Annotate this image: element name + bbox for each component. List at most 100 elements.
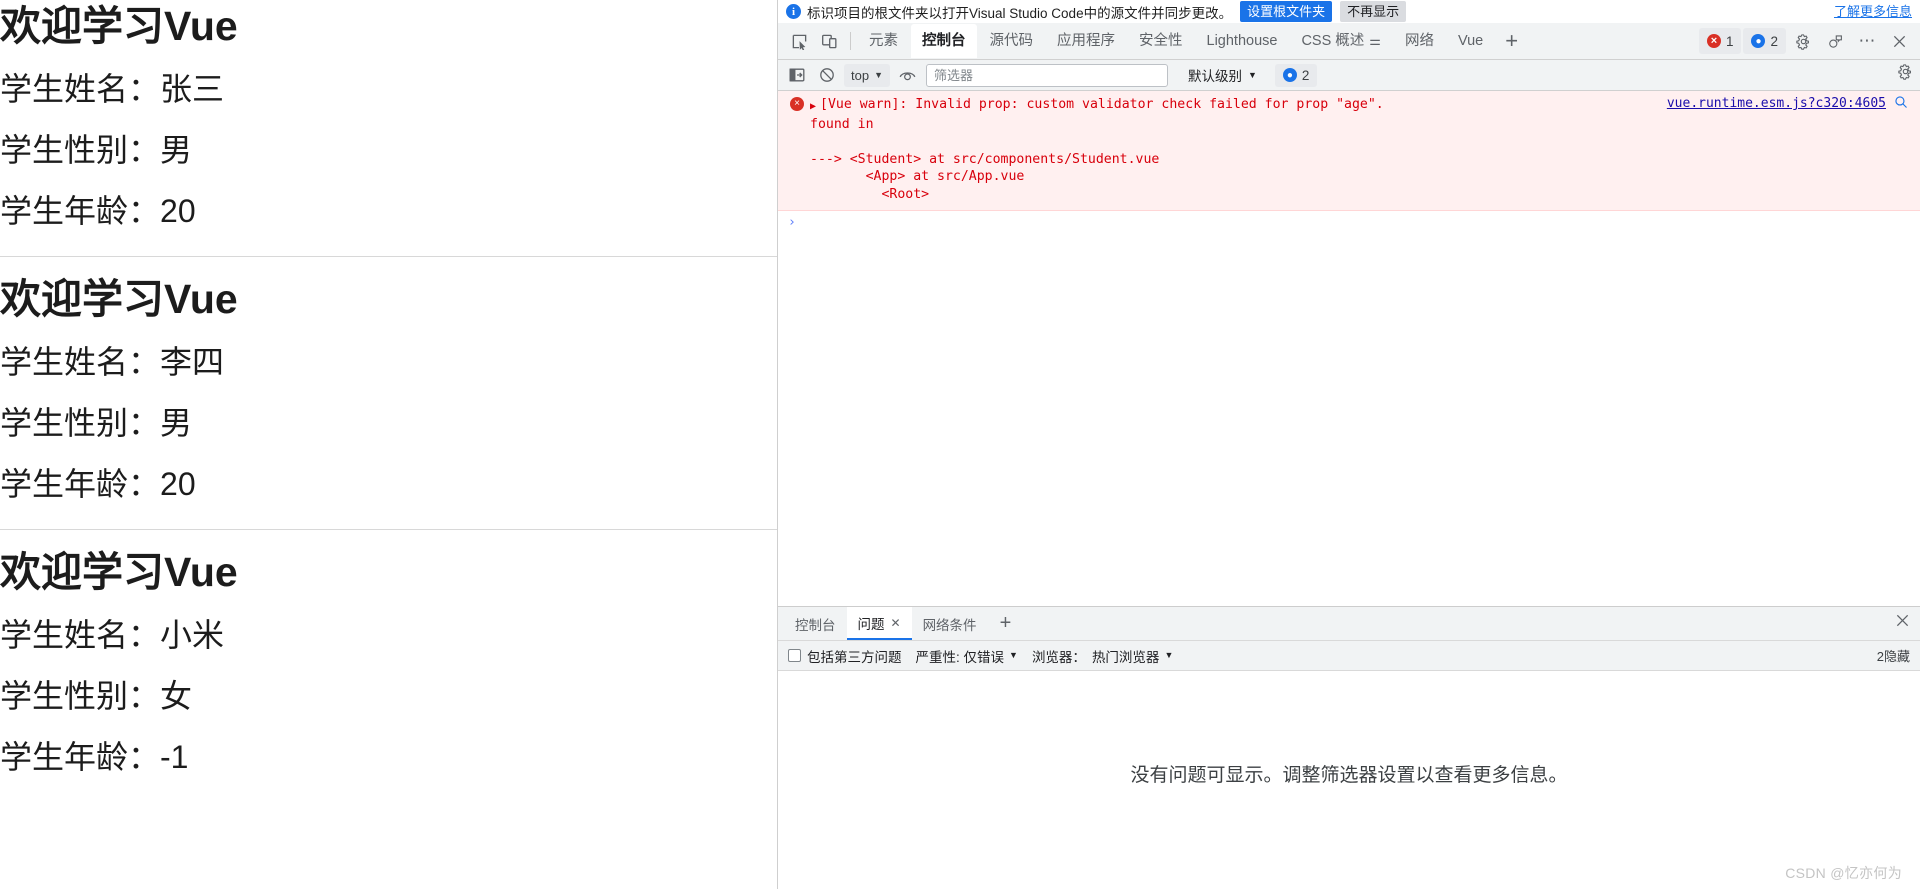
student-card: 欢迎学习Vue 学生姓名：张三 学生性别：男 学生年龄：20 <box>0 0 777 257</box>
tab-security[interactable]: 安全性 <box>1128 24 1194 58</box>
error-circle-icon: × <box>790 97 804 111</box>
error-count-badge[interactable]: × 1 <box>1698 28 1742 54</box>
error-circle-icon: × <box>1706 34 1721 48</box>
third-party-issues-checkbox[interactable]: 包括第三方问题 <box>788 646 902 666</box>
live-expression-icon[interactable] <box>894 63 920 87</box>
drawer-tab-label: 控制台 <box>795 617 836 633</box>
student-name-value: 小米 <box>160 617 225 653</box>
tab-console[interactable]: 控制台 <box>911 24 977 58</box>
severity-filter-select[interactable]: 严重性: 仅错误 ▼ <box>916 646 1018 666</box>
welcome-title: 欢迎学习Vue <box>0 276 238 322</box>
gear-icon[interactable] <box>1788 27 1818 55</box>
devices-cloud-icon[interactable] <box>1820 27 1850 55</box>
student-gender-label: 学生性别： <box>0 405 161 441</box>
search-in-source-icon[interactable] <box>1894 95 1908 109</box>
console-error-message: [Vue warn]: Invalid prop: custom validat… <box>820 97 1384 112</box>
issues-empty-message: 没有问题可显示。调整筛选器设置以查看更多信息。 <box>1130 764 1568 786</box>
console-toolbar: top ▼ 默认级别 ▼ ● 2 <box>778 60 1920 91</box>
tab-network[interactable]: 网络 <box>1394 24 1445 58</box>
divider <box>850 32 851 50</box>
devtools-panel: i 标识项目的根文件夹以打开Visual Studio Code中的源文件并同步… <box>778 0 1920 889</box>
browser-filter-label: 浏览器： <box>1031 649 1086 665</box>
console-prompt[interactable]: › <box>778 211 1920 230</box>
close-tab-icon[interactable]: ✕ <box>891 616 901 630</box>
student-age-value: 20 <box>160 466 196 502</box>
tab-label: CSS 概述 <box>1301 33 1365 49</box>
student-age-line: 学生年龄：-1 <box>0 741 777 773</box>
watermark: CSDN @忆亦何为 <box>1785 865 1902 881</box>
device-toolbar-icon[interactable] <box>814 27 844 55</box>
student-name-line: 学生姓名：李四 <box>0 346 777 378</box>
drawer-tab-console[interactable]: 控制台 <box>784 607 847 640</box>
student-name-label: 学生姓名： <box>0 344 161 380</box>
console-sidebar-icon[interactable] <box>784 63 810 87</box>
tab-label: Vue <box>1457 33 1484 49</box>
chevron-down-icon: ▼ <box>1009 650 1018 660</box>
student-card: 欢迎学习Vue 学生姓名：李四 学生性别：男 学生年龄：20 <box>0 257 777 530</box>
severity-filter-value: 严重性: 仅错误 <box>915 649 1005 665</box>
student-name-label: 学生姓名： <box>0 71 161 107</box>
dont-show-again-button[interactable]: 不再显示 <box>1340 1 1407 22</box>
error-count-value: 1 <box>1725 33 1734 49</box>
tab-label: 应用程序 <box>1057 33 1115 49</box>
log-level-select[interactable]: 默认级别 ▼ <box>1182 63 1263 87</box>
console-message-count-value: 2 <box>1301 67 1310 83</box>
browser-filter-select[interactable]: 浏览器： 热门浏览器 ▼ <box>1032 646 1173 666</box>
message-icon: ● <box>1751 34 1766 48</box>
student-name-label: 学生姓名： <box>0 617 161 653</box>
tab-vue[interactable]: Vue <box>1447 24 1494 58</box>
student-name-value: 张三 <box>160 71 225 107</box>
tab-elements[interactable]: 元素 <box>858 24 909 58</box>
execution-context-select[interactable]: top ▼ <box>844 63 890 87</box>
student-name-line: 学生姓名：张三 <box>0 73 777 105</box>
prompt-caret-icon: › <box>788 214 796 230</box>
console-settings-icon[interactable] <box>1897 63 1914 80</box>
tab-label: 源代码 <box>989 33 1034 49</box>
tab-label: 元素 <box>869 33 898 49</box>
student-gender-value: 男 <box>160 132 193 168</box>
drawer-tab-label: 网络条件 <box>922 617 977 633</box>
expand-triangle-icon[interactable]: ▶ <box>810 98 816 116</box>
checkbox-icon[interactable] <box>788 649 801 662</box>
chevron-down-icon: ▼ <box>1248 69 1257 80</box>
student-age-label: 学生年龄： <box>0 466 161 502</box>
student-gender-label: 学生性别： <box>0 132 161 168</box>
student-age-label: 学生年龄： <box>0 739 161 775</box>
close-icon[interactable] <box>1884 27 1914 55</box>
add-drawer-tab-button[interactable]: + <box>988 612 1024 635</box>
inspect-element-icon[interactable] <box>784 27 814 55</box>
chevron-down-icon: ▼ <box>874 69 883 80</box>
info-icon: i <box>786 4 801 19</box>
student-gender-value: 女 <box>160 678 193 714</box>
console-filter-input[interactable] <box>926 63 1168 87</box>
tab-lighthouse[interactable]: Lighthouse <box>1196 24 1289 58</box>
console-message-area[interactable]: × ▶ [Vue warn]: Invalid prop: custom val… <box>778 91 1920 606</box>
devtools-drawer: 控制台 问题 ✕ 网络条件 + 包括第三方问题 严重性: 仅错误 ▼ 浏览器： … <box>778 606 1920 889</box>
tab-label: 网络 <box>1404 33 1434 49</box>
console-source-link[interactable]: vue.runtime.esm.js?c320:4605 <box>1667 95 1886 113</box>
student-gender-value: 男 <box>160 405 193 441</box>
student-gender-label: 学生性别： <box>0 678 161 714</box>
more-panels-button[interactable]: + <box>1495 30 1528 52</box>
screen-root: 欢迎学习Vue 学生姓名：张三 学生性别：男 学生年龄：20 欢迎学习Vue 学… <box>0 0 1920 889</box>
browser-filter-value: 热门浏览器 <box>1091 649 1160 665</box>
student-age-line: 学生年龄：20 <box>0 468 777 500</box>
tab-sources[interactable]: 源代码 <box>979 24 1045 58</box>
tab-application[interactable]: 应用程序 <box>1046 24 1126 58</box>
student-age-line: 学生年龄：20 <box>0 195 777 227</box>
set-root-folder-button[interactable]: 设置根文件夹 <box>1240 1 1333 22</box>
more-options-icon[interactable]: ⋯ <box>1852 27 1882 55</box>
console-error-entry[interactable]: × ▶ [Vue warn]: Invalid prop: custom val… <box>778 91 1920 211</box>
tab-css-overview[interactable]: CSS 概述 ⚌ <box>1290 24 1392 58</box>
message-count-badge[interactable]: ● 2 <box>1743 28 1786 54</box>
rendered-page-pane: 欢迎学习Vue 学生姓名：张三 学生性别：男 学生年龄：20 欢迎学习Vue 学… <box>0 0 778 889</box>
drawer-tab-issues[interactable]: 问题 ✕ <box>846 607 912 640</box>
clear-console-icon[interactable] <box>814 63 840 87</box>
learn-more-link[interactable]: 了解更多信息 <box>1834 1 1912 20</box>
drawer-tab-network-conditions[interactable]: 网络条件 <box>912 607 988 640</box>
console-message-count-badge[interactable]: ● 2 <box>1274 63 1318 87</box>
hidden-issues-count[interactable]: 2隐藏 <box>1877 646 1910 665</box>
tab-label: 安全性 <box>1139 33 1183 49</box>
student-age-value: -1 <box>160 739 189 775</box>
close-drawer-icon[interactable] <box>1895 613 1910 628</box>
